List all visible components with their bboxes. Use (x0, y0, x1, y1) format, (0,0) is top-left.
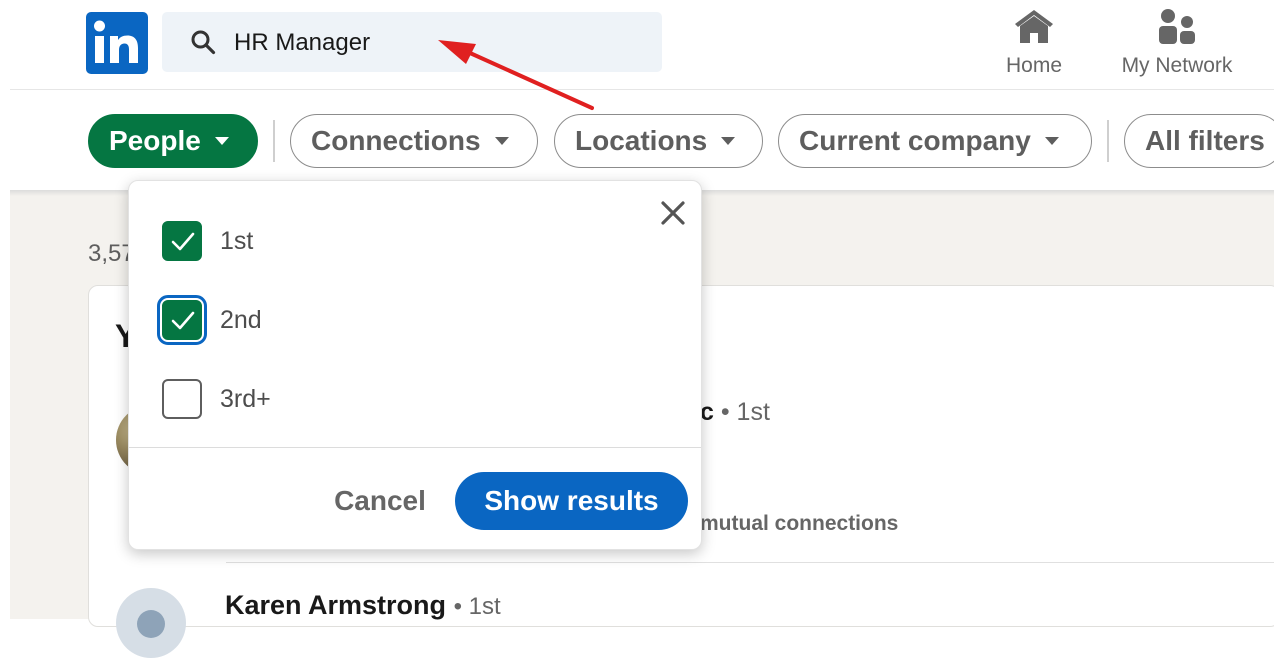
filter-all-filters-label: All filters (1145, 125, 1265, 156)
result-name-1-text: c (700, 398, 714, 426)
chevron-down-icon (494, 137, 509, 145)
filter-divider (1107, 120, 1109, 162)
option-2nd[interactable]: 2nd (157, 295, 262, 345)
result-name-2-text: Karen Armstrong (225, 590, 447, 620)
chevron-down-icon (721, 137, 736, 145)
show-results-button[interactable]: Show results (455, 472, 688, 530)
filter-connections[interactable]: Connections (290, 114, 538, 168)
nav-my-network-label: My Network (1121, 54, 1233, 77)
home-icon (1015, 10, 1053, 43)
nav-my-network[interactable]: My Network (1110, 6, 1244, 86)
my-network-icon (1159, 9, 1195, 44)
filter-current-company-label: Current company (799, 125, 1031, 156)
checkbox-3rd-plus[interactable] (162, 379, 202, 419)
option-3rd-plus-label: 3rd+ (220, 384, 271, 413)
nav-home-label: Home (1005, 54, 1063, 77)
filter-all-filters[interactable]: All filters (1124, 114, 1274, 168)
linkedin-logo-icon (94, 20, 138, 63)
dropdown-divider (129, 447, 701, 448)
connection-degree: • 1st (720, 398, 770, 426)
mutual-connections[interactable]: mutual connections (700, 512, 898, 536)
row-divider (226, 562, 1274, 563)
filter-connections-label: Connections (311, 125, 481, 156)
cancel-button[interactable]: Cancel (322, 478, 438, 524)
filter-current-company[interactable]: Current company (778, 114, 1092, 168)
checkmark-icon (171, 311, 195, 330)
option-1st-label: 1st (220, 226, 254, 255)
search-icon (191, 30, 216, 55)
close-icon[interactable] (658, 198, 688, 228)
global-search-box[interactable] (162, 12, 662, 72)
checkmark-icon (171, 232, 195, 251)
option-3rd-plus[interactable]: 3rd+ (162, 377, 271, 421)
avatar-placeholder-icon (137, 610, 165, 638)
chevron-down-icon (214, 137, 229, 145)
filter-people-label: People (109, 125, 201, 156)
result-name-2[interactable]: Karen Armstrong • 1st (225, 590, 501, 621)
checkbox-1st[interactable] (162, 221, 202, 261)
filter-locations-label: Locations (575, 125, 708, 156)
option-1st[interactable]: 1st (162, 219, 253, 263)
search-input[interactable] (232, 22, 636, 64)
checkbox-2nd[interactable] (157, 295, 207, 345)
filter-people[interactable]: People (88, 114, 258, 168)
avatar[interactable] (116, 588, 186, 658)
result-name-1[interactable]: c • 1st (700, 398, 770, 427)
nav-home[interactable]: Home (996, 6, 1072, 86)
linkedin-logo[interactable] (86, 12, 148, 74)
filter-locations[interactable]: Locations (554, 114, 763, 168)
filter-divider (273, 120, 275, 162)
connection-degree: • 1st (453, 593, 501, 620)
chevron-down-icon (1044, 137, 1059, 145)
option-2nd-label: 2nd (220, 305, 262, 334)
